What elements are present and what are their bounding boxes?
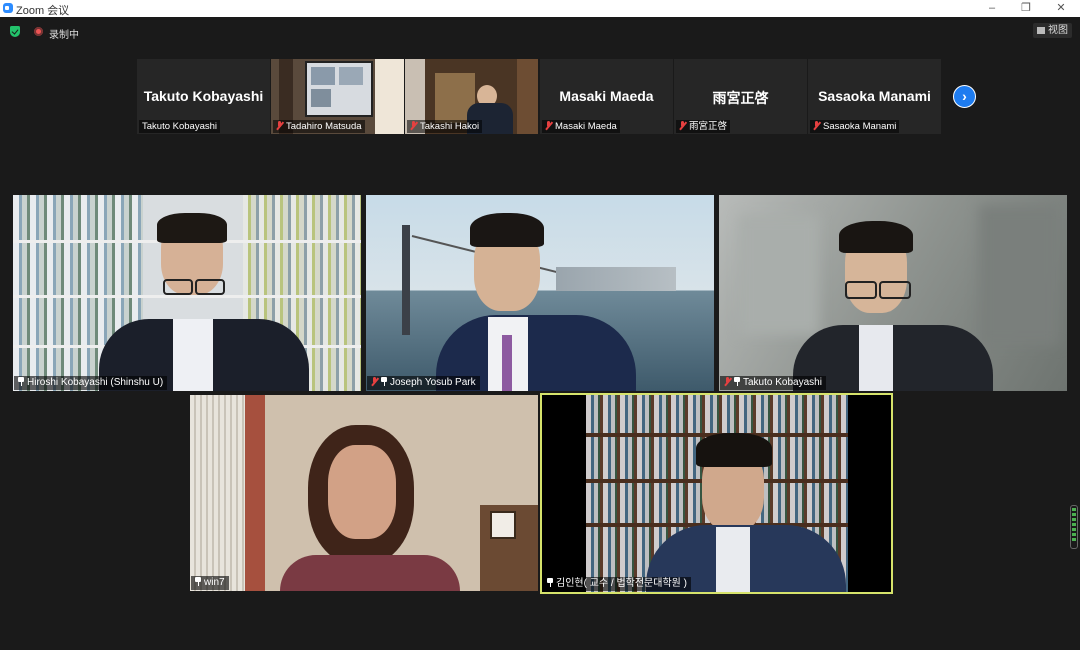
muted-mic-icon — [679, 121, 686, 130]
participant-label: Hiroshi Kobayashi (Shinshu U) — [14, 376, 168, 390]
thumbnail-display-name: 雨宮正啓 — [712, 90, 769, 106]
video-tile[interactable]: Joseph Yosub Park — [366, 195, 714, 391]
participant-label: Masaki Maeda — [542, 120, 620, 133]
close-button[interactable]: ✕ — [1043, 0, 1079, 17]
audio-level-indicator — [1070, 505, 1078, 549]
meeting-info-bar: 录制中 视图 — [0, 17, 1080, 45]
participant-label: Takuto Kobayashi — [139, 120, 220, 133]
video-tile[interactable]: Hiroshi Kobayashi (Shinshu U) — [13, 195, 361, 391]
pin-icon — [381, 377, 387, 386]
participant-name: 雨宮正啓 — [689, 121, 728, 132]
chevron-right-icon: › — [962, 88, 967, 104]
thumbnail-tile[interactable]: Tadahiro Matsuda — [271, 59, 404, 134]
participant-name: Takuto Kobayashi — [743, 377, 822, 388]
participant-name: Masaki Maeda — [555, 121, 617, 132]
zoom-logo-icon — [3, 3, 13, 13]
grid-view-icon — [1037, 27, 1045, 34]
participant-label: 雨宮正啓 — [676, 120, 731, 133]
participant-name: win7 — [204, 577, 225, 588]
participant-name: Sasaoka Manami — [823, 121, 897, 132]
view-label: 视图 — [1048, 25, 1068, 36]
pin-icon — [18, 377, 24, 386]
muted-mic-icon — [724, 377, 731, 386]
thumbnail-tile[interactable]: Takashi Hakoi — [405, 59, 538, 134]
participant-label: Tadahiro Matsuda — [273, 120, 365, 133]
thumbnail-tile[interactable]: Masaki Maeda Masaki Maeda — [540, 59, 673, 134]
window-titlebar: Zoom 会议 – ❐ ✕ — [0, 0, 1080, 17]
participant-label: Takuto Kobayashi — [720, 376, 826, 390]
participant-name: Tadahiro Matsuda — [286, 121, 362, 132]
participant-label: Joseph Yosub Park — [367, 376, 480, 390]
participant-name: Hiroshi Kobayashi (Shinshu U) — [27, 377, 164, 388]
minimize-button[interactable]: – — [974, 0, 1010, 17]
recording-icon[interactable] — [34, 27, 43, 36]
pin-icon — [547, 578, 553, 587]
muted-mic-icon — [545, 121, 552, 130]
participant-label: Sasaoka Manami — [810, 120, 900, 133]
thumbnail-tile[interactable]: Takuto Kobayashi Takuto Kobayashi — [137, 59, 270, 134]
muted-mic-icon — [276, 121, 283, 130]
muted-mic-icon — [410, 121, 417, 130]
participant-label: Takashi Hakoi — [407, 120, 483, 133]
window-title: Zoom 会议 — [16, 5, 70, 17]
pin-icon — [195, 577, 201, 586]
thumbnail-display-name: Masaki Maeda — [559, 88, 654, 104]
video-tile[interactable]: Takuto Kobayashi — [719, 195, 1067, 391]
view-button[interactable]: 视图 — [1033, 23, 1072, 38]
security-shield-icon[interactable] — [10, 26, 20, 37]
thumbnail-tile[interactable]: 雨宮正啓 雨宮正啓 — [674, 59, 807, 134]
muted-mic-icon — [813, 121, 820, 130]
participant-name: 김인현( 교수 / 법학전문대학원 ) — [556, 578, 687, 589]
participant-name: Takuto Kobayashi — [142, 121, 217, 132]
participant-label: win7 — [191, 576, 229, 590]
pin-icon — [734, 377, 740, 386]
restore-button[interactable]: ❐ — [1008, 0, 1044, 17]
recording-label: 录制中 — [49, 30, 79, 41]
participant-name: Joseph Yosub Park — [390, 377, 476, 388]
participant-name: Takashi Hakoi — [420, 121, 480, 132]
participant-label: 김인현( 교수 / 법학전문대학원 ) — [543, 577, 691, 591]
muted-mic-icon — [371, 377, 378, 386]
thumbnail-display-name: Sasaoka Manami — [818, 88, 931, 104]
video-tile[interactable]: win7 — [190, 395, 538, 591]
thumbnail-tile[interactable]: Sasaoka Manami Sasaoka Manami — [808, 59, 941, 134]
next-page-button[interactable]: › — [953, 85, 976, 108]
thumbnail-display-name: Takuto Kobayashi — [143, 88, 264, 104]
video-tile-active-speaker[interactable]: 김인현( 교수 / 법학전문대학원 ) — [540, 393, 893, 594]
